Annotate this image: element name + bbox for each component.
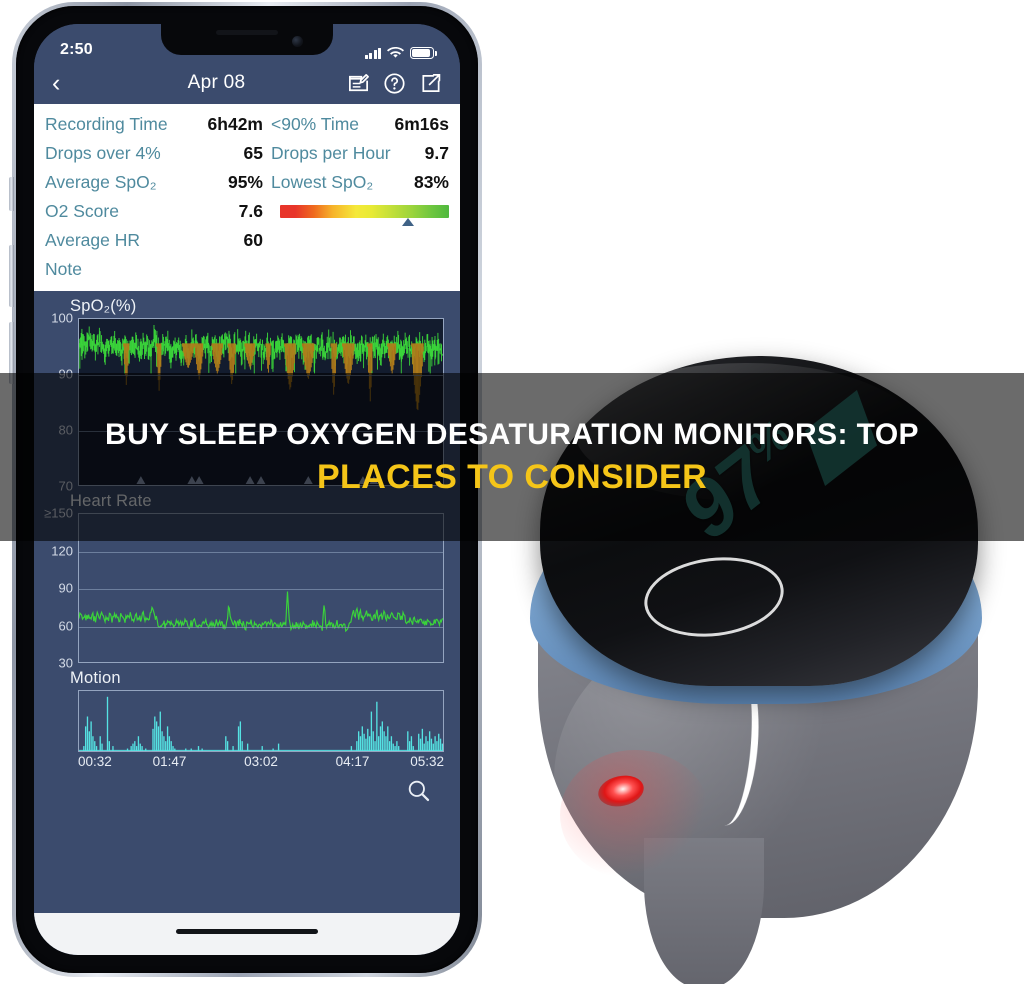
silent-switch[interactable]: [9, 177, 14, 211]
table-row[interactable]: O2 Score 7.6: [45, 197, 449, 226]
y-tick-label: 100: [51, 310, 73, 326]
title-overlay-banner: BUY SLEEP OXYGEN DESATURATION MONITORS: …: [0, 373, 1024, 541]
magnifier-icon[interactable]: [406, 778, 432, 804]
table-row[interactable]: Average HR 60: [45, 226, 449, 255]
cellular-bars-icon: [364, 47, 381, 59]
battery-icon: [410, 47, 437, 59]
y-tick-label: 60: [58, 618, 73, 633]
home-indicator[interactable]: [176, 929, 318, 934]
chevron-left-icon[interactable]: ‹: [52, 70, 86, 96]
stat-label: <90% Time: [271, 114, 360, 134]
stat-value: 65: [243, 143, 263, 163]
stat-label: Average HR: [45, 230, 141, 250]
earpiece-speaker: [216, 30, 278, 35]
edit-note-icon[interactable]: [347, 72, 370, 95]
led-glow: [560, 750, 710, 880]
summary-stats-table: Recording Time 6h42m <90% Time 6m16s Dro…: [34, 104, 460, 291]
gridline: [79, 589, 443, 590]
home-indicator-area: [34, 913, 460, 955]
wifi-icon: [387, 47, 404, 58]
table-row-note[interactable]: Note: [45, 255, 449, 284]
motion-plot-wrap: [78, 690, 444, 752]
volume-up-button[interactable]: [9, 245, 14, 307]
page-title: Apr 08: [187, 72, 246, 93]
gradient-track: [280, 205, 449, 218]
app-nav-bar: ‹ Apr 08: [34, 62, 460, 104]
x-tick-label: 01:47: [152, 754, 187, 769]
stat-value: 6m16s: [394, 114, 450, 134]
x-tick-label: 00:32: [78, 754, 112, 769]
phone-notch: [161, 24, 333, 55]
table-row[interactable]: Drops over 4% 65 Drops per Hour 9.7: [45, 139, 449, 168]
stat-value: 6h42m: [207, 114, 263, 134]
nav-action-icons: [347, 72, 442, 95]
question-circle-icon[interactable]: [383, 72, 406, 95]
stat-value: 9.7: [424, 143, 449, 163]
status-bar-time: 2:50: [60, 41, 93, 58]
o2-score-marker: [402, 218, 415, 226]
stat-value: 83%: [413, 172, 449, 192]
gridline: [79, 626, 443, 628]
stat-label: Drops over 4%: [45, 143, 161, 163]
stat-label: Average SpO₂: [45, 172, 157, 192]
stat-label: O2 Score: [45, 201, 119, 221]
y-tick-label: 120: [51, 543, 73, 558]
o2-score-gradient-bar: [280, 205, 449, 226]
gridline: [79, 551, 443, 553]
motion-chart-title: Motion: [70, 669, 121, 687]
banner-line-1: BUY SLEEP OXYGEN DESATURATION MONITORS: …: [105, 417, 919, 451]
share-square-icon[interactable]: [419, 72, 442, 95]
x-tick-label: 04:17: [335, 754, 370, 769]
stat-label: Lowest SpO₂: [271, 172, 374, 192]
x-tick-label: 03:02: [244, 754, 278, 769]
table-row[interactable]: Recording Time 6h42m <90% Time 6m16s: [45, 110, 449, 139]
screenshot-root: 2:50 ‹ Apr 08 Recording Time 6h42m <90% …: [0, 0, 1024, 984]
stat-label: Note: [45, 259, 82, 279]
stat-value: 60: [243, 230, 263, 250]
table-row[interactable]: Average SpO₂ 95% Lowest SpO₂ 83%: [45, 168, 449, 197]
motion-x-axis: 00:32 01:47 03:02 04:17 05:32: [78, 754, 444, 774]
motion-chart: Motion 00:32 01:47 03:02 04:17 05:32: [34, 663, 460, 774]
front-camera: [292, 36, 303, 47]
x-tick-label: 05:32: [410, 754, 444, 769]
motion-plot-area[interactable]: [78, 690, 444, 752]
stat-label: Recording Time: [45, 114, 168, 134]
search-row: [34, 774, 460, 818]
stat-value: 7.6: [238, 201, 263, 221]
spo2-chart-title: SpO₂(%): [70, 297, 137, 315]
stat-value: 95%: [227, 172, 263, 192]
stat-label: Drops per Hour: [271, 143, 391, 163]
banner-line-2: PLACES TO CONSIDER: [316, 457, 708, 496]
y-tick-label: 90: [58, 580, 73, 596]
status-bar-indicators: [364, 47, 437, 59]
